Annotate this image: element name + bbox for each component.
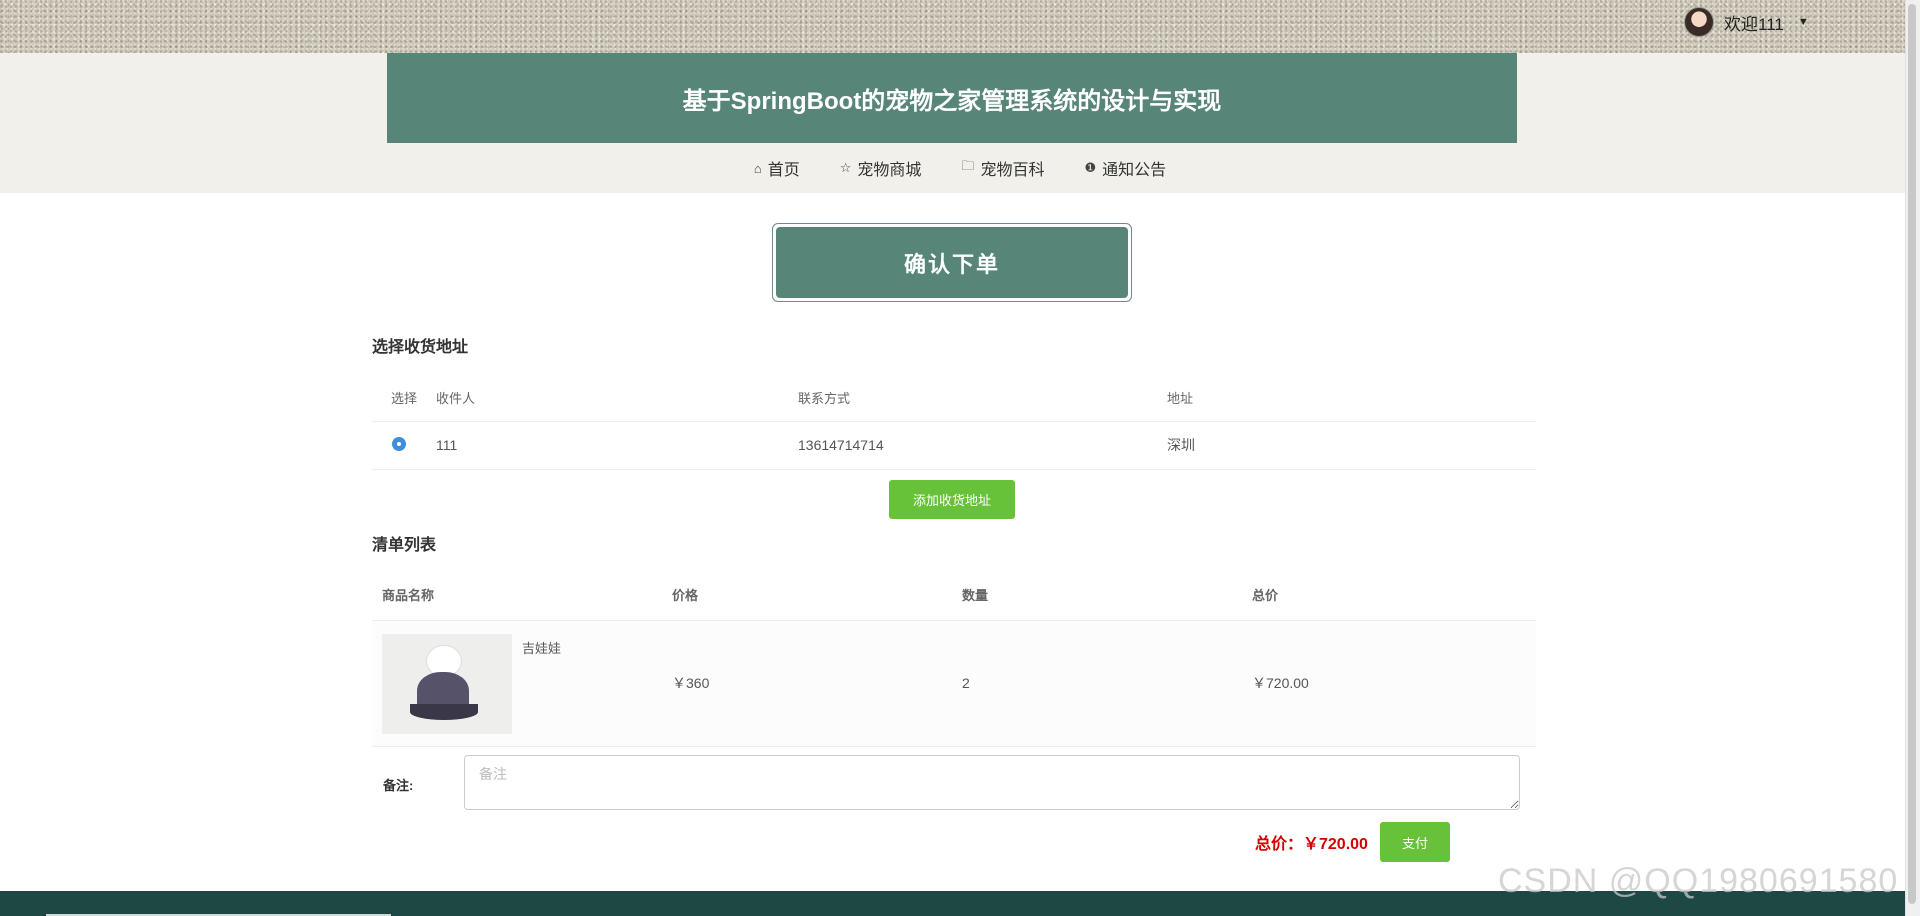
nav-item-home[interactable]: ⌂ 首页 [754, 156, 800, 180]
bag-icon: 🗀 [961, 158, 975, 173]
list-section-title: 清单列表 [372, 537, 437, 554]
nav-label: 宠物商城 [857, 162, 922, 179]
table-row[interactable]: 111 13614714714 深圳 [372, 420, 1536, 470]
column-header: 联系方式 [798, 391, 851, 407]
nav-label: 首页 [767, 162, 800, 179]
caret-down-icon[interactable]: ▼ [1798, 16, 1809, 28]
address-table: 选择 收件人 联系方式 地址 111 13614714714 深圳 [372, 375, 1536, 470]
product-image [382, 633, 512, 734]
product-name: 吉娃娃 [522, 640, 562, 656]
column-header: 收件人 [436, 391, 476, 407]
note-field[interactable] [464, 755, 1520, 810]
total-cell: ￥720.00 [1242, 620, 1536, 747]
site-title: 基于SpringBoot的宠物之家管理系统的设计与实现 [387, 53, 1517, 143]
user-menu[interactable]: 欢迎111 ▼ [1684, 6, 1809, 38]
user-avatar[interactable] [1684, 7, 1714, 37]
address-radio[interactable] [392, 436, 406, 451]
price-cell: ￥360 [662, 620, 952, 747]
home-icon: ⌂ [753, 160, 762, 176]
watermark: CSDN @QQ1980691580 [1498, 862, 1899, 900]
main-nav: ⌂ 首页 ☆ 宠物商城 🗀 宠物百科 ❶ 通知公告 [0, 150, 1920, 186]
pay-button[interactable]: 支付 [1380, 822, 1450, 862]
confirm-order-banner: 确认下单 [772, 223, 1132, 302]
order-list-table: 商品名称 价格 数量 总价 吉娃娃 ￥360 2 ￥720.00 [372, 570, 1536, 747]
address-cell: 深圳 [1167, 420, 1536, 470]
column-header: 总价 [1242, 570, 1536, 621]
top-texture-bar [0, 0, 1920, 53]
address-section-title: 选择收货地址 [372, 339, 469, 356]
receiver-cell: 111 [428, 420, 798, 470]
column-header: 商品名称 [372, 570, 662, 621]
column-header: 选择 [391, 391, 418, 407]
note-label: 备注: [383, 778, 414, 793]
nav-label: 宠物百科 [980, 162, 1045, 179]
nav-item-shop[interactable]: ☆ 宠物商城 [840, 156, 922, 180]
star-icon: ☆ [839, 160, 852, 175]
confirm-order-title: 确认下单 [776, 227, 1128, 298]
table-row: 吉娃娃 ￥360 2 ￥720.00 [372, 620, 1536, 747]
add-address-button[interactable]: 添加收货地址 [889, 480, 1015, 519]
exclamation-icon: ❶ [1084, 160, 1097, 175]
nav-item-notice[interactable]: ❶ 通知公告 [1084, 156, 1166, 180]
quantity-cell: 2 [952, 620, 1242, 747]
column-header: 数量 [952, 570, 1242, 621]
welcome-text[interactable]: 欢迎111 [1724, 10, 1784, 35]
total-price: 总价：￥720.00 [1255, 836, 1368, 853]
column-header: 价格 [662, 570, 952, 621]
nav-label: 通知公告 [1102, 162, 1167, 179]
column-header: 地址 [1167, 391, 1194, 407]
phone-cell: 13614714714 [798, 420, 1167, 470]
scrollbar-thumb[interactable] [1908, 4, 1916, 904]
nav-item-encyclopedia[interactable]: 🗀 宠物百科 [961, 156, 1044, 180]
